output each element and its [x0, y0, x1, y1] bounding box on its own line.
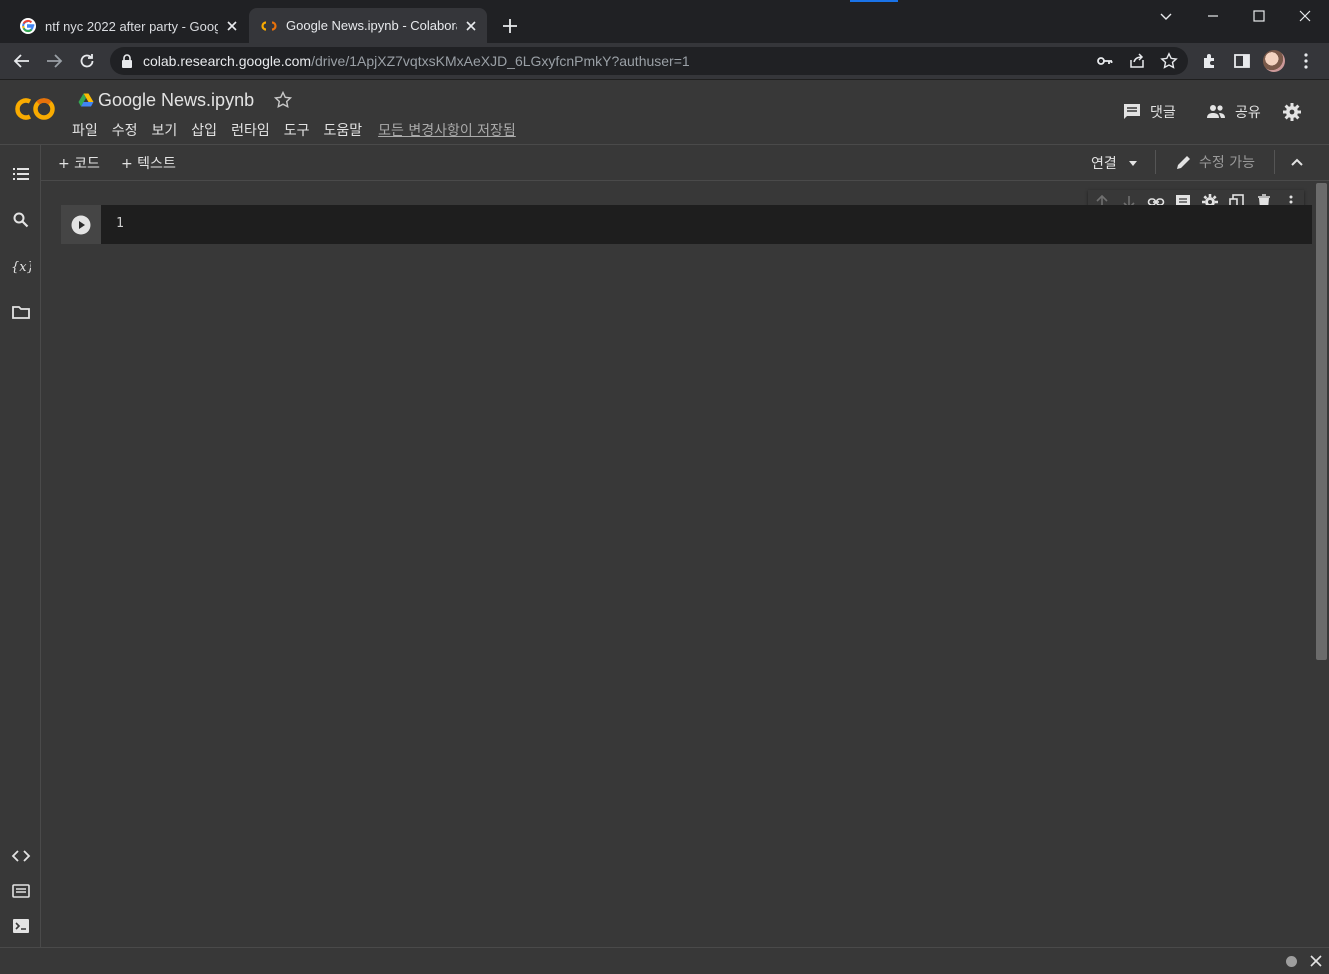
- reload-icon[interactable]: [77, 51, 97, 71]
- connect-label: 연결: [1091, 156, 1117, 172]
- close-icon[interactable]: [1309, 954, 1323, 968]
- colab-favicon-icon: [261, 20, 277, 31]
- bookmark-star-icon[interactable]: [1160, 52, 1178, 70]
- menu-tools[interactable]: 도구: [284, 120, 310, 140]
- browser-tab-google-search[interactable]: ntf nyc 2022 after party - Google 검색: [8, 8, 248, 43]
- comments-label: 댓글: [1150, 105, 1176, 121]
- table-of-contents-icon[interactable]: [11, 164, 31, 184]
- folder-icon[interactable]: [11, 302, 31, 322]
- share-button[interactable]: 공유: [1205, 102, 1261, 122]
- extensions-puzzle-icon[interactable]: [1200, 51, 1220, 71]
- dropdown-arrow-icon[interactable]: [1127, 157, 1139, 169]
- url-host: colab.research.google.com: [143, 53, 312, 69]
- tab-title: ntf nyc 2022 after party - Google 검색: [45, 19, 218, 34]
- variables-icon[interactable]: {x}: [11, 256, 31, 276]
- line-number: 1: [116, 216, 124, 231]
- people-icon: [1207, 105, 1225, 118]
- code-cell[interactable]: 1: [61, 205, 1312, 244]
- add-text-button[interactable]: + 텍스트: [121, 153, 176, 173]
- colab-menubar: 파일 수정 보기 삽입 런타임 도구 도움말 모든 변경사항이 저장됨: [72, 120, 530, 140]
- profile-avatar[interactable]: [1263, 50, 1285, 72]
- browser-toolbar: colab.research.google.com/drive/1ApjXZ7v…: [0, 43, 1329, 80]
- menu-edit[interactable]: 수정: [112, 120, 138, 140]
- minimize-icon[interactable]: [1203, 6, 1223, 26]
- settings-gear-icon[interactable]: [1282, 102, 1302, 122]
- notebook-title[interactable]: Google News.ipynb: [98, 90, 254, 111]
- runtime-status-indicator[interactable]: [1286, 956, 1297, 967]
- edit-mode-label: 수정 가능: [1199, 155, 1255, 171]
- add-code-button[interactable]: + 코드: [58, 153, 100, 173]
- share-page-icon[interactable]: [1128, 52, 1146, 70]
- back-arrow-icon[interactable]: [12, 51, 32, 71]
- url-text: colab.research.google.com/drive/1ApjXZ7v…: [143, 53, 690, 69]
- maximize-icon[interactable]: [1249, 6, 1269, 26]
- chevron-up-icon[interactable]: [1288, 153, 1306, 171]
- star-icon[interactable]: [273, 90, 293, 110]
- status-bar: [0, 947, 1329, 974]
- connect-button[interactable]: 연결: [1091, 153, 1139, 173]
- key-icon[interactable]: [1096, 52, 1114, 70]
- save-status-link[interactable]: 모든 변경사항이 저장됨: [378, 120, 516, 140]
- share-label: 공유: [1235, 105, 1261, 121]
- comment-icon: [1124, 104, 1140, 119]
- toolbar-divider: [1274, 150, 1275, 174]
- side-panel-icon[interactable]: [1232, 51, 1252, 71]
- scrollbar-thumb[interactable]: [1316, 183, 1327, 660]
- search-icon[interactable]: [11, 210, 31, 230]
- left-sidebar: {x}: [0, 145, 41, 947]
- close-icon[interactable]: [463, 18, 479, 34]
- tab-title: Google News.ipynb - Colaboratory: [286, 18, 457, 33]
- google-favicon-icon: [20, 17, 36, 34]
- toolbar-divider: [1155, 150, 1156, 174]
- edit-mode-indicator[interactable]: 수정 가능: [1175, 152, 1255, 172]
- colab-logo-icon[interactable]: [14, 95, 58, 123]
- menu-insert[interactable]: 삽입: [191, 120, 217, 140]
- forward-arrow-icon[interactable]: [44, 51, 64, 71]
- command-palette-icon[interactable]: [11, 881, 31, 901]
- browser-menu-dots-icon[interactable]: [1296, 51, 1316, 71]
- comments-button[interactable]: 댓글: [1122, 102, 1176, 122]
- cell-gutter: [61, 205, 101, 244]
- run-cell-play-icon[interactable]: [71, 215, 91, 235]
- code-snippets-icon[interactable]: [11, 846, 31, 866]
- google-drive-icon[interactable]: [78, 92, 94, 108]
- new-tab-plus-icon[interactable]: [500, 16, 520, 36]
- menu-file[interactable]: 파일: [72, 120, 98, 140]
- browser-tab-colab[interactable]: Google News.ipynb - Colaboratory: [249, 8, 487, 43]
- menu-runtime[interactable]: 런타임: [231, 120, 270, 140]
- close-icon[interactable]: [224, 18, 240, 34]
- address-bar[interactable]: colab.research.google.com/drive/1ApjXZ7v…: [110, 47, 1188, 75]
- url-path: /drive/1ApjXZ7vqtxsKMxAeXJD_6LGxyfcnPmkY…: [311, 53, 690, 69]
- menu-help[interactable]: 도움말: [323, 120, 362, 140]
- browser-tabstrip: ntf nyc 2022 after party - Google 검색 Goo…: [0, 0, 1329, 43]
- terminal-icon[interactable]: [11, 916, 31, 936]
- window-close-icon[interactable]: [1295, 6, 1315, 26]
- tab-loading-indicator: [850, 0, 898, 2]
- svg-text:{x}: {x}: [11, 260, 31, 275]
- notebook-toolbar: + 코드 + 텍스트 연결 수정 가능: [41, 145, 1329, 181]
- tab-search-chevron-icon[interactable]: [1156, 6, 1176, 26]
- lock-icon[interactable]: [120, 53, 134, 69]
- menu-view[interactable]: 보기: [152, 120, 178, 140]
- colab-header: Google News.ipynb 파일 수정 보기 삽입 런타임 도구 도움말…: [0, 80, 1329, 145]
- pencil-icon: [1177, 156, 1190, 169]
